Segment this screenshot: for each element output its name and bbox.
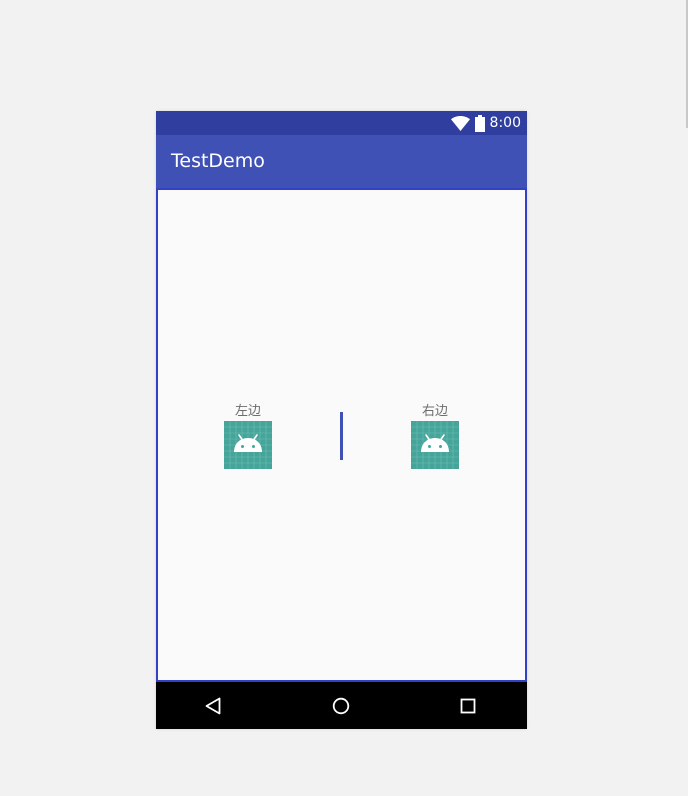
right-item[interactable]: 右边	[400, 404, 470, 469]
recents-button[interactable]	[454, 692, 482, 720]
android-launcher-icon[interactable]	[224, 421, 272, 469]
status-icons: 8:00	[450, 114, 521, 132]
status-time: 8:00	[489, 115, 521, 131]
app-bar: TestDemo	[156, 135, 527, 188]
app-title: TestDemo	[171, 150, 265, 172]
home-button[interactable]	[327, 692, 355, 720]
vertical-divider[interactable]	[340, 412, 343, 460]
device-preview: 8:00 TestDemo 左边 右边	[156, 111, 527, 729]
layout-editor-canvas: 8:00 TestDemo 左边 右边	[0, 0, 688, 796]
layout-content-area[interactable]: 左边 右边	[156, 188, 527, 682]
recents-icon	[460, 698, 476, 714]
battery-icon	[474, 114, 485, 132]
wifi-icon	[450, 115, 470, 131]
android-launcher-icon[interactable]	[411, 421, 459, 469]
status-bar: 8:00	[156, 111, 527, 135]
back-icon	[205, 697, 221, 715]
back-button[interactable]	[199, 692, 227, 720]
left-item-label: 左边	[234, 404, 261, 419]
home-icon	[332, 697, 350, 715]
right-item-label: 右边	[421, 404, 448, 419]
left-item[interactable]: 左边	[213, 404, 283, 469]
navigation-bar	[156, 682, 527, 729]
